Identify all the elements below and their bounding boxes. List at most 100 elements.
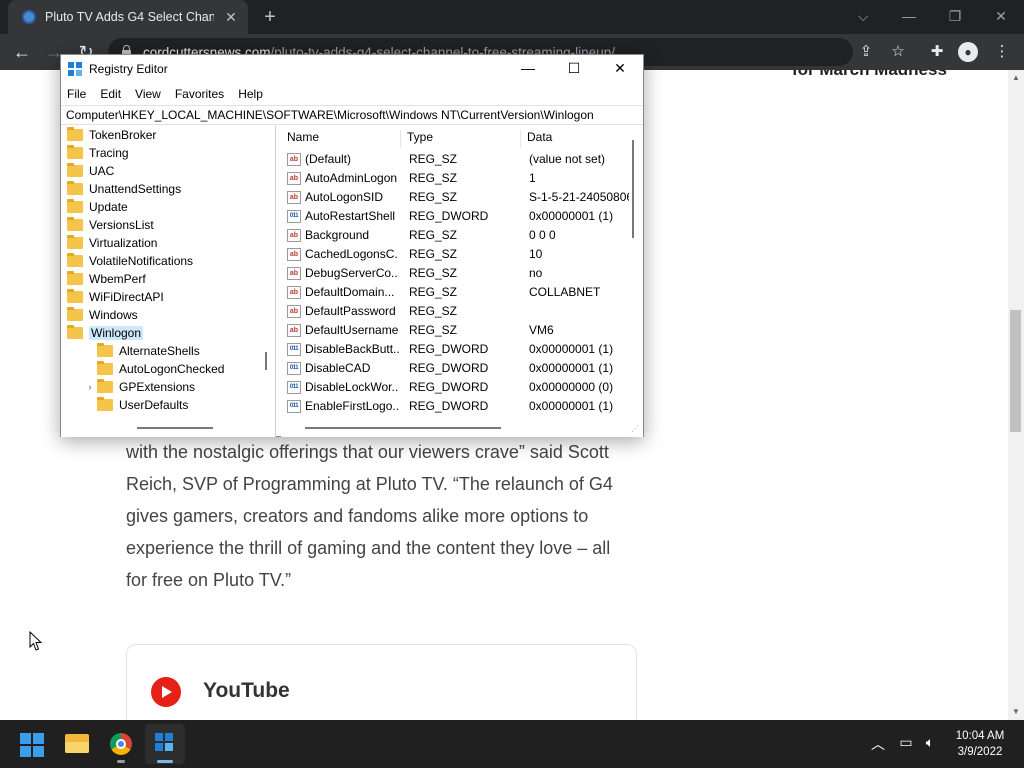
column-header-type[interactable]: Type: [401, 130, 521, 148]
registry-value-row[interactable]: ab DefaultDomain... REG_SZ COLLABNET: [281, 283, 643, 302]
tree-key-item[interactable]: UnattendSettings: [67, 180, 181, 198]
expand-chevron-right-icon[interactable]: ›: [85, 382, 95, 392]
volume-icon[interactable]: 🔈︎: [920, 734, 940, 751]
value-type: REG_SZ: [409, 152, 458, 166]
taskbar-file-explorer[interactable]: [57, 724, 97, 764]
tree-key-label: TokenBroker: [89, 128, 157, 142]
tree-vertical-scrollbar[interactable]: [265, 352, 267, 370]
profile-avatar-icon[interactable]: ●: [958, 42, 978, 62]
registry-values-list[interactable]: Name Type Data ⋰ ab (Default) REG_SZ (value…: [281, 126, 643, 437]
browser-close-button[interactable]: ✕: [978, 2, 1024, 30]
value-name: DisableBackButt...: [305, 342, 399, 356]
tab-search-chevron-down-icon[interactable]: ⌵: [840, 2, 886, 30]
youtube-embed-card[interactable]: YouTube: [126, 644, 637, 720]
value-name: CachedLogonsC...: [305, 247, 399, 261]
tree-key-item[interactable]: Update: [67, 198, 128, 216]
show-hidden-icons-chevron-up-icon[interactable]: ︿: [868, 734, 888, 754]
dword-value-icon: 011: [287, 381, 301, 394]
registry-value-row[interactable]: 011 DisableCAD REG_DWORD 0x00000001 (1): [281, 359, 643, 378]
registry-value-row[interactable]: 011 DisableBackButt... REG_DWORD 0x00000001…: [281, 340, 643, 359]
tree-key-item[interactable]: WiFiDirectAPI: [67, 288, 164, 306]
tree-key-item[interactable]: › GPExtensions: [85, 378, 195, 396]
taskbar-chrome[interactable]: [101, 724, 141, 764]
registry-value-row[interactable]: ab CachedLogonsC... REG_SZ 10: [281, 245, 643, 264]
registry-value-row[interactable]: ab Background REG_SZ 0 0 0: [281, 226, 643, 245]
resize-grip-icon[interactable]: ⋰: [631, 424, 639, 433]
article-paragraph: with the nostalgic offerings that our vi…: [126, 442, 613, 590]
string-value-icon: ab: [287, 172, 301, 185]
string-value-icon: ab: [287, 305, 301, 318]
registry-address-bar[interactable]: Computer\HKEY_LOCAL_MACHINE\SOFTWARE\Mic…: [61, 105, 643, 125]
registry-value-row[interactable]: ab DefaultPassword REG_SZ: [281, 302, 643, 321]
share-icon[interactable]: ⇪: [855, 41, 877, 63]
tree-key-item[interactable]: AutoLogonChecked: [85, 360, 224, 378]
value-type: REG_SZ: [409, 228, 458, 242]
folder-icon: [97, 361, 113, 375]
value-data: COLLABNET: [529, 285, 601, 299]
network-icon[interactable]: ▭: [896, 734, 916, 751]
folder-icon: [67, 271, 83, 285]
tree-key-item[interactable]: Winlogon: [67, 324, 144, 342]
value-type: REG_DWORD: [409, 380, 489, 394]
scroll-up-arrow-icon[interactable]: ▲: [1008, 70, 1024, 86]
menu-help[interactable]: Help: [238, 87, 263, 101]
registry-value-row[interactable]: 011 EnableFirstLogo... REG_DWORD 0x00000001…: [281, 397, 643, 416]
registry-value-row[interactable]: ab AutoLogonSID REG_SZ S-1-5-21-24050806: [281, 188, 643, 207]
more-menu-icon[interactable]: ⋮: [991, 41, 1013, 63]
registry-value-row[interactable]: 011 DisableLockWor... REG_DWORD 0x00000000 …: [281, 378, 643, 397]
browser-minimize-button[interactable]: —: [886, 2, 932, 30]
menu-view[interactable]: View: [135, 87, 161, 101]
column-header-name[interactable]: Name: [281, 130, 401, 148]
taskbar-registry-editor[interactable]: [145, 724, 185, 764]
tree-key-item[interactable]: Virtualization: [67, 234, 157, 252]
system-clock[interactable]: 10:04 AM 3/9/2022: [946, 728, 1014, 760]
tree-key-item[interactable]: WbemPerf: [67, 270, 146, 288]
new-tab-button[interactable]: +: [258, 4, 282, 30]
tree-horizontal-scrollbar[interactable]: [137, 427, 213, 429]
regedit-maximize-button[interactable]: ☐: [551, 55, 597, 83]
browser-restore-button[interactable]: ❐: [932, 2, 978, 30]
tree-key-item[interactable]: TokenBroker: [67, 126, 156, 144]
regedit-close-button[interactable]: ✕: [597, 55, 643, 83]
registry-editor-window: Registry Editor — ☐ ✕ File Edit View Fav…: [60, 54, 644, 437]
dword-value-icon: 011: [287, 362, 301, 375]
regedit-minimize-button[interactable]: —: [505, 55, 551, 83]
value-type: REG_DWORD: [409, 209, 489, 223]
tree-key-item[interactable]: Windows: [67, 306, 138, 324]
tab-close-icon[interactable]: ✕: [222, 9, 240, 26]
running-indicator: [117, 760, 125, 763]
folder-icon: [97, 379, 113, 393]
registry-key-tree[interactable]: TokenBroker Tracing UAC UnattendSettings Upd…: [61, 126, 276, 437]
tree-key-label: VersionsList: [89, 218, 154, 232]
browser-tab[interactable]: Pluto TV Adds G4 Select Channel to Free …: [8, 0, 248, 34]
tree-key-label: Virtualization: [89, 236, 158, 250]
column-header-data[interactable]: Data: [521, 130, 643, 148]
value-type: REG_SZ: [409, 323, 458, 337]
registry-value-row[interactable]: ab (Default) REG_SZ (value not set): [281, 150, 643, 169]
page-scrollbar[interactable]: ▲ ▼: [1008, 70, 1024, 720]
tree-key-item[interactable]: VolatileNotifications: [67, 252, 193, 270]
registry-value-row[interactable]: 011 AutoRestartShell REG_DWORD 0x00000001 (…: [281, 207, 643, 226]
back-arrow-icon[interactable]: ←: [8, 38, 36, 66]
scrollbar-thumb[interactable]: [1010, 310, 1021, 432]
tree-key-item[interactable]: VersionsList: [67, 216, 154, 234]
registry-value-row[interactable]: ab DebugServerCo... REG_SZ no: [281, 264, 643, 283]
regedit-titlebar[interactable]: Registry Editor — ☐ ✕: [61, 55, 643, 83]
scroll-down-arrow-icon[interactable]: ▼: [1008, 704, 1024, 720]
tree-key-item[interactable]: AlternateShells: [85, 342, 200, 360]
extensions-puzzle-icon[interactable]: ✚: [926, 41, 948, 63]
tree-key-item[interactable]: Tracing: [67, 144, 129, 162]
tree-key-item[interactable]: UserDefaults: [85, 396, 188, 414]
registry-value-row[interactable]: ab AutoAdminLogon REG_SZ 1: [281, 169, 643, 188]
value-data: 10: [529, 247, 543, 261]
registry-value-row[interactable]: ab DefaultUsername REG_SZ VM6: [281, 321, 643, 340]
tree-key-label: WbemPerf: [89, 272, 146, 286]
menu-file[interactable]: File: [67, 87, 86, 101]
sidebar-heading[interactable]: for March Madness: [792, 70, 947, 80]
start-button-windows-icon[interactable]: [20, 733, 44, 757]
menu-edit[interactable]: Edit: [100, 87, 121, 101]
tree-key-item[interactable]: UAC: [67, 162, 114, 180]
menu-favorites[interactable]: Favorites: [175, 87, 224, 101]
bookmark-star-icon[interactable]: ☆: [887, 41, 909, 63]
values-horizontal-scrollbar[interactable]: [305, 427, 501, 429]
